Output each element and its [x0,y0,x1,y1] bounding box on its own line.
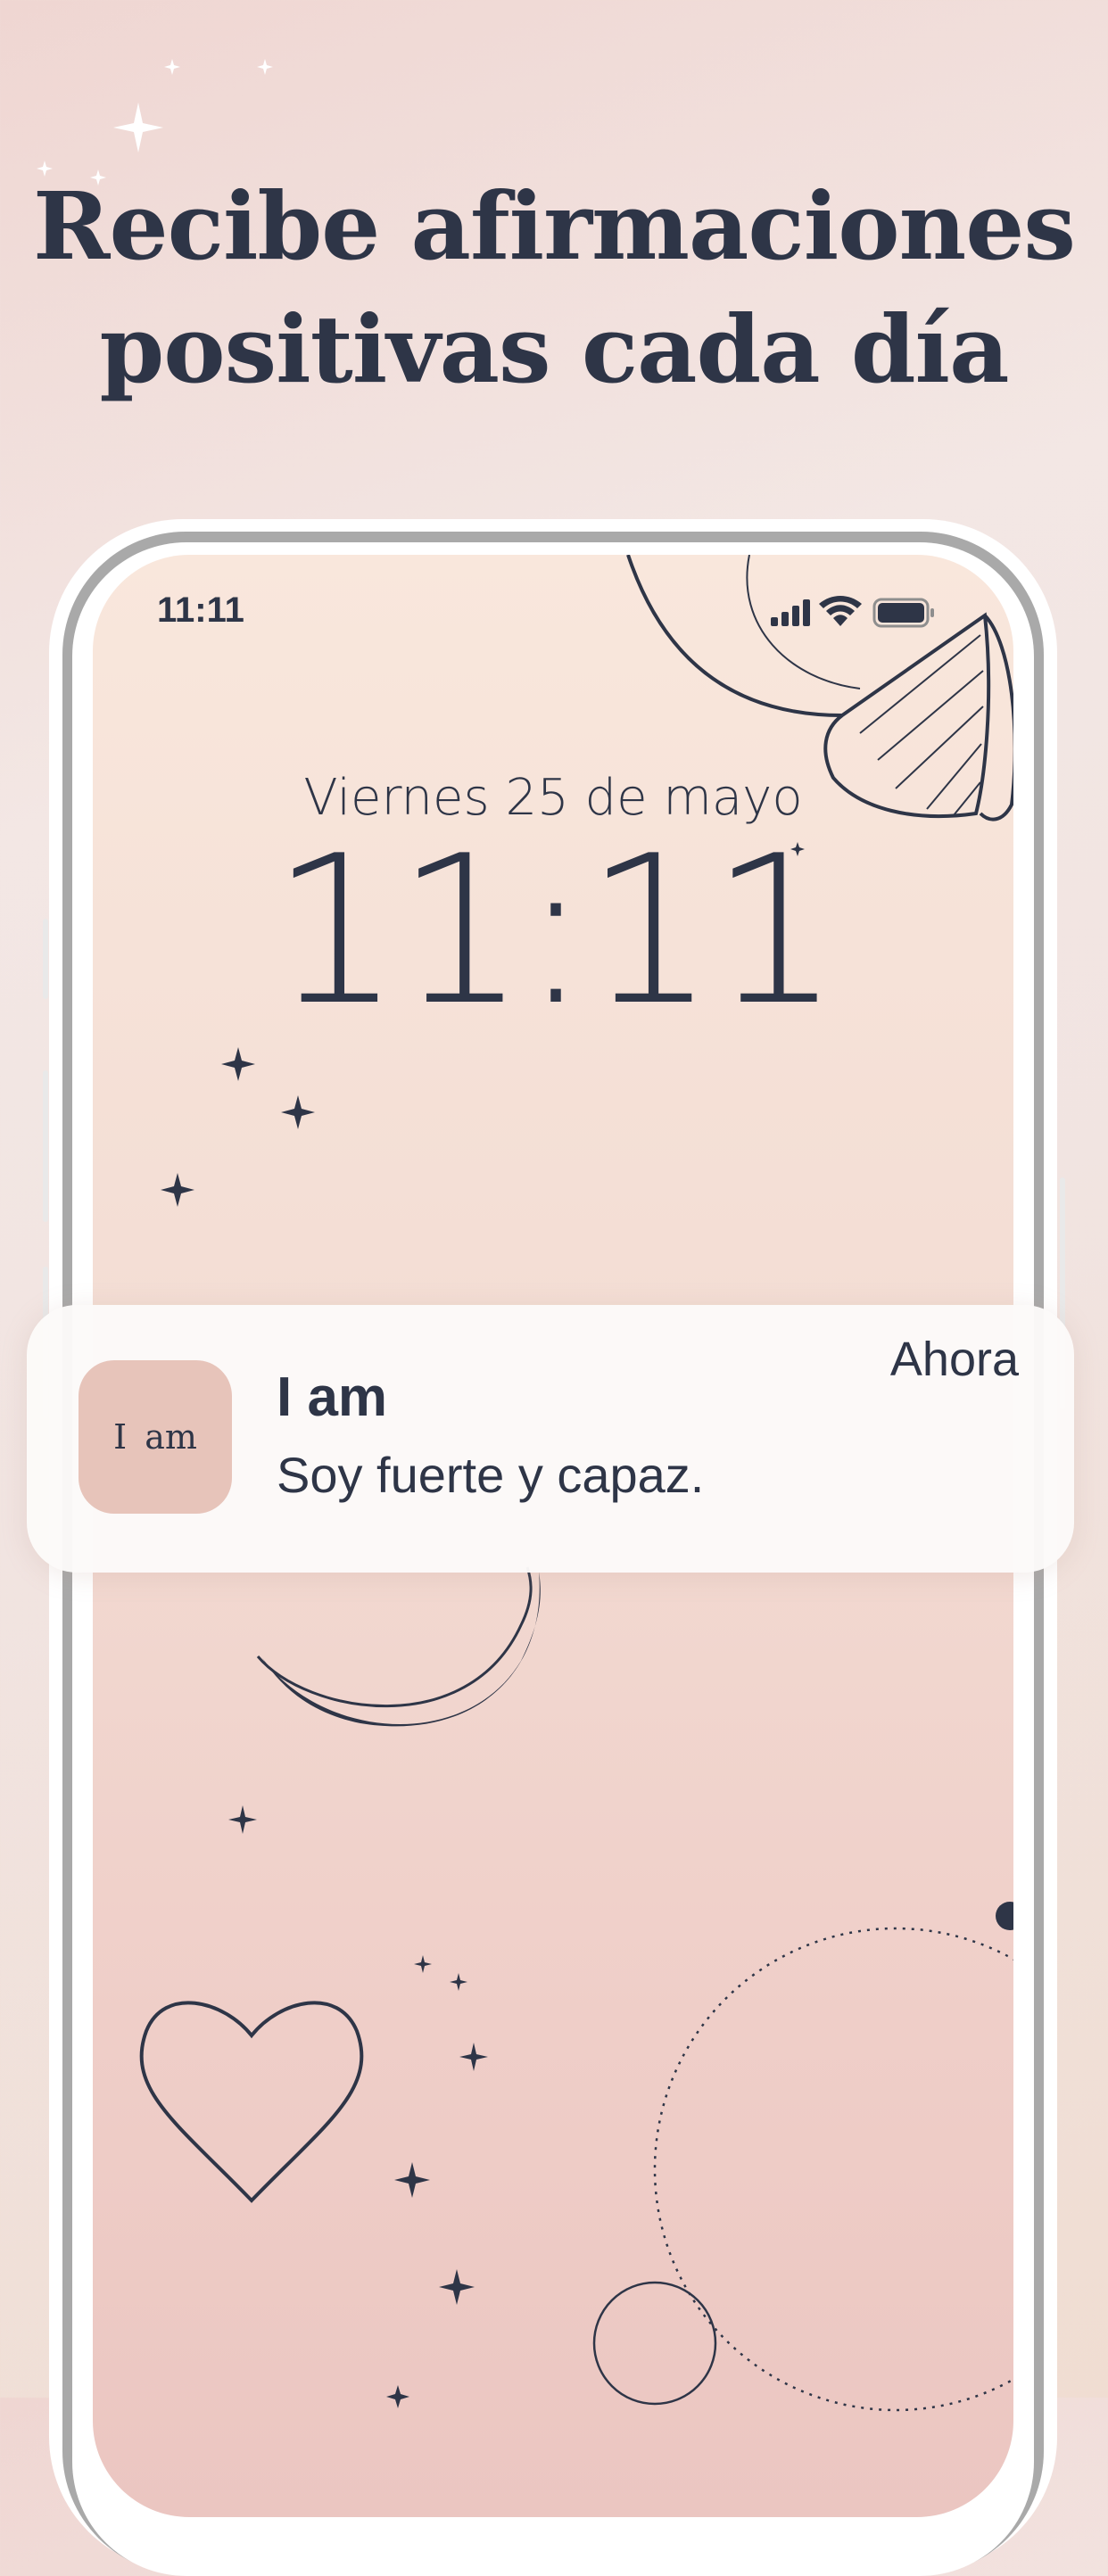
notification-title: I am [277,1366,388,1428]
app-icon: I am [79,1360,232,1514]
headline-line-2: positivas cada día [99,294,1010,404]
notification-time: Ahora [889,1333,1019,1386]
battery-icon [872,598,934,628]
status-bar-time: 11:11 [157,590,244,630]
wifi-icon [819,596,862,626]
notification-body: Soy fuerte y capaz. [277,1447,705,1503]
phone-side-button [43,919,48,999]
notification-card[interactable]: I am I am Soy fuerte y capaz. Ahora [27,1305,1074,1573]
headline: Recibe afirmaciones positivas cada día [0,165,1108,411]
phone-side-button [43,1070,48,1222]
status-bar-icons [771,596,934,628]
lock-screen-clock: 11:11 [270,813,841,1051]
headline-line-1: Recibe afirmaciones [33,171,1076,281]
signal-icon [771,599,810,626]
